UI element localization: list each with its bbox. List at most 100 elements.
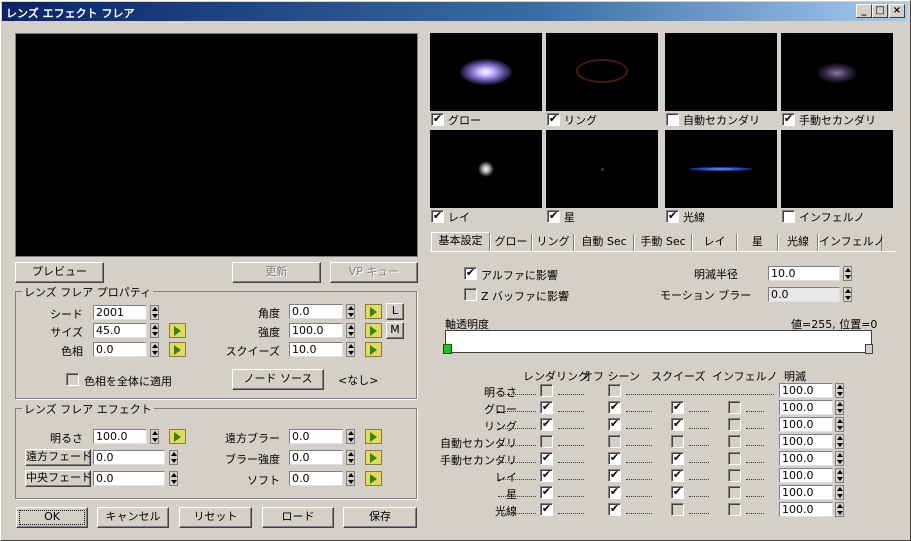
gradient-start-flag-icon[interactable]	[443, 344, 452, 354]
angle-field[interactable]: 0.0	[289, 304, 343, 319]
grid-render-checkbox[interactable]: ✔	[540, 418, 553, 431]
grid-inferno-checkbox[interactable]	[728, 401, 741, 414]
grid-offscene-checkbox[interactable]: ✔	[608, 503, 621, 516]
tab-star[interactable]: 星	[737, 234, 778, 251]
center-fade-button[interactable]: 中央フェード	[25, 470, 92, 487]
grid-inferno-checkbox[interactable]	[728, 503, 741, 516]
grid-blink-field[interactable]: 100.0	[779, 400, 833, 415]
manual-secondary-thumbnail[interactable]	[781, 33, 893, 111]
soft-field[interactable]: 0.0	[289, 471, 343, 486]
blur-intensity-spinner[interactable]	[346, 450, 355, 465]
angle-spinner[interactable]	[346, 304, 355, 319]
brightness-play-icon[interactable]	[169, 429, 186, 444]
squeeze-play-icon[interactable]	[365, 342, 382, 357]
ring-thumbnail[interactable]	[546, 33, 658, 111]
maximize-button[interactable]: □	[872, 4, 888, 18]
glow-thumbnail[interactable]	[430, 33, 542, 111]
blink-radius-field[interactable]: 10.0	[768, 266, 840, 281]
grid-blink-spinner[interactable]	[835, 468, 844, 483]
grid-blink-spinner[interactable]	[835, 485, 844, 500]
grid-inferno-checkbox[interactable]	[728, 452, 741, 465]
grid-render-checkbox[interactable]	[540, 435, 553, 448]
grid-blink-field[interactable]: 100.0	[779, 434, 833, 449]
tab-ray[interactable]: レイ	[692, 234, 737, 251]
grid-blink-spinner[interactable]	[835, 417, 844, 432]
grid-inferno-checkbox[interactable]	[728, 435, 741, 448]
far-fade-field[interactable]: 0.0	[93, 450, 165, 465]
intensity-play-icon[interactable]	[365, 323, 382, 338]
grid-offscene-checkbox[interactable]: ✔	[608, 486, 621, 499]
far-fade-button[interactable]: 遠方フェード	[25, 449, 92, 466]
motion-blur-spinner[interactable]	[843, 287, 852, 302]
ray-checkbox[interactable]: ✔	[431, 210, 444, 223]
hue-play-icon[interactable]	[169, 342, 186, 357]
grid-inferno-checkbox[interactable]	[728, 469, 741, 482]
size-play-icon[interactable]	[169, 323, 186, 338]
grid-offscene-checkbox[interactable]: ✔	[608, 452, 621, 465]
zbuffer-checkbox[interactable]	[464, 288, 477, 301]
brightness-field[interactable]: 100.0	[93, 429, 147, 444]
center-fade-field[interactable]: 0.0	[93, 471, 165, 486]
grid-blink-field[interactable]: 100.0	[779, 451, 833, 466]
streak-thumbnail[interactable]	[665, 130, 777, 208]
inferno-thumbnail[interactable]	[781, 130, 893, 208]
grid-inferno-checkbox[interactable]	[728, 418, 741, 431]
motion-blur-field[interactable]: 0.0	[768, 287, 840, 302]
grid-squeeze-checkbox[interactable]: ✔	[671, 401, 684, 414]
grid-render-checkbox[interactable]: ✔	[540, 486, 553, 499]
reset-button[interactable]: リセット	[179, 507, 252, 528]
grid-squeeze-checkbox[interactable]: ✔	[671, 452, 684, 465]
manual-secondary-checkbox[interactable]: ✔	[782, 113, 795, 126]
grid-blink-field[interactable]: 100.0	[779, 468, 833, 483]
grid-blink-spinner[interactable]	[835, 451, 844, 466]
squeeze-spinner[interactable]	[346, 342, 355, 357]
ring-checkbox[interactable]: ✔	[547, 113, 560, 126]
apply-hue-checkbox[interactable]	[66, 373, 79, 386]
grid-squeeze-checkbox[interactable]	[671, 503, 684, 516]
update-button[interactable]: 更新	[232, 262, 321, 283]
tab-manual-sec[interactable]: 手動 Sec	[634, 234, 692, 251]
grid-squeeze-checkbox[interactable]	[671, 435, 684, 448]
gradient-end-flag-icon[interactable]	[865, 344, 873, 354]
far-blur-field[interactable]: 0.0	[289, 429, 343, 444]
tab-inferno[interactable]: インフェルノ	[818, 234, 885, 251]
save-button[interactable]: 保存	[343, 507, 417, 528]
grid-offscene-checkbox[interactable]: ✔	[608, 469, 621, 482]
grid-render-checkbox[interactable]	[540, 384, 553, 397]
tab-ring[interactable]: リング	[532, 234, 574, 251]
size-spinner[interactable]	[150, 323, 159, 338]
ok-button[interactable]: OK	[16, 507, 88, 528]
angle-play-icon[interactable]	[365, 304, 382, 319]
grid-offscene-checkbox[interactable]	[608, 384, 621, 397]
grid-squeeze-checkbox[interactable]: ✔	[671, 469, 684, 482]
grid-squeeze-checkbox[interactable]: ✔	[671, 486, 684, 499]
tab-auto-sec[interactable]: 自動 Sec	[574, 234, 634, 251]
grid-offscene-checkbox[interactable]	[608, 435, 621, 448]
blur-intensity-field[interactable]: 0.0	[289, 450, 343, 465]
grid-render-checkbox[interactable]: ✔	[540, 452, 553, 465]
grid-blink-spinner[interactable]	[835, 383, 844, 398]
vp-queue-button[interactable]: VP キュー	[330, 262, 418, 283]
auto-secondary-thumbnail[interactable]	[665, 33, 777, 111]
intensity-field[interactable]: 100.0	[289, 323, 343, 338]
ray-thumbnail[interactable]	[430, 130, 542, 208]
tab-basic[interactable]: 基本設定	[431, 232, 490, 251]
blink-radius-spinner[interactable]	[843, 266, 852, 281]
grid-offscene-checkbox[interactable]: ✔	[608, 418, 621, 431]
grid-render-checkbox[interactable]: ✔	[540, 503, 553, 516]
seed-field[interactable]: 2001	[93, 305, 147, 320]
lock-L-button[interactable]: L	[386, 303, 404, 320]
grid-blink-field[interactable]: 100.0	[779, 417, 833, 432]
brightness-spinner[interactable]	[150, 429, 159, 444]
alpha-checkbox[interactable]: ✔	[464, 267, 477, 280]
load-button[interactable]: ロード	[262, 507, 334, 528]
squeeze-field[interactable]: 10.0	[289, 342, 343, 357]
size-field[interactable]: 45.0	[93, 323, 147, 338]
far-blur-spinner[interactable]	[346, 429, 355, 444]
lock-M-button[interactable]: M	[386, 322, 404, 339]
star-thumbnail[interactable]	[546, 130, 658, 208]
soft-spinner[interactable]	[346, 471, 355, 486]
seed-spinner[interactable]	[150, 305, 159, 320]
grid-blink-spinner[interactable]	[835, 400, 844, 415]
grid-blink-spinner[interactable]	[835, 434, 844, 449]
